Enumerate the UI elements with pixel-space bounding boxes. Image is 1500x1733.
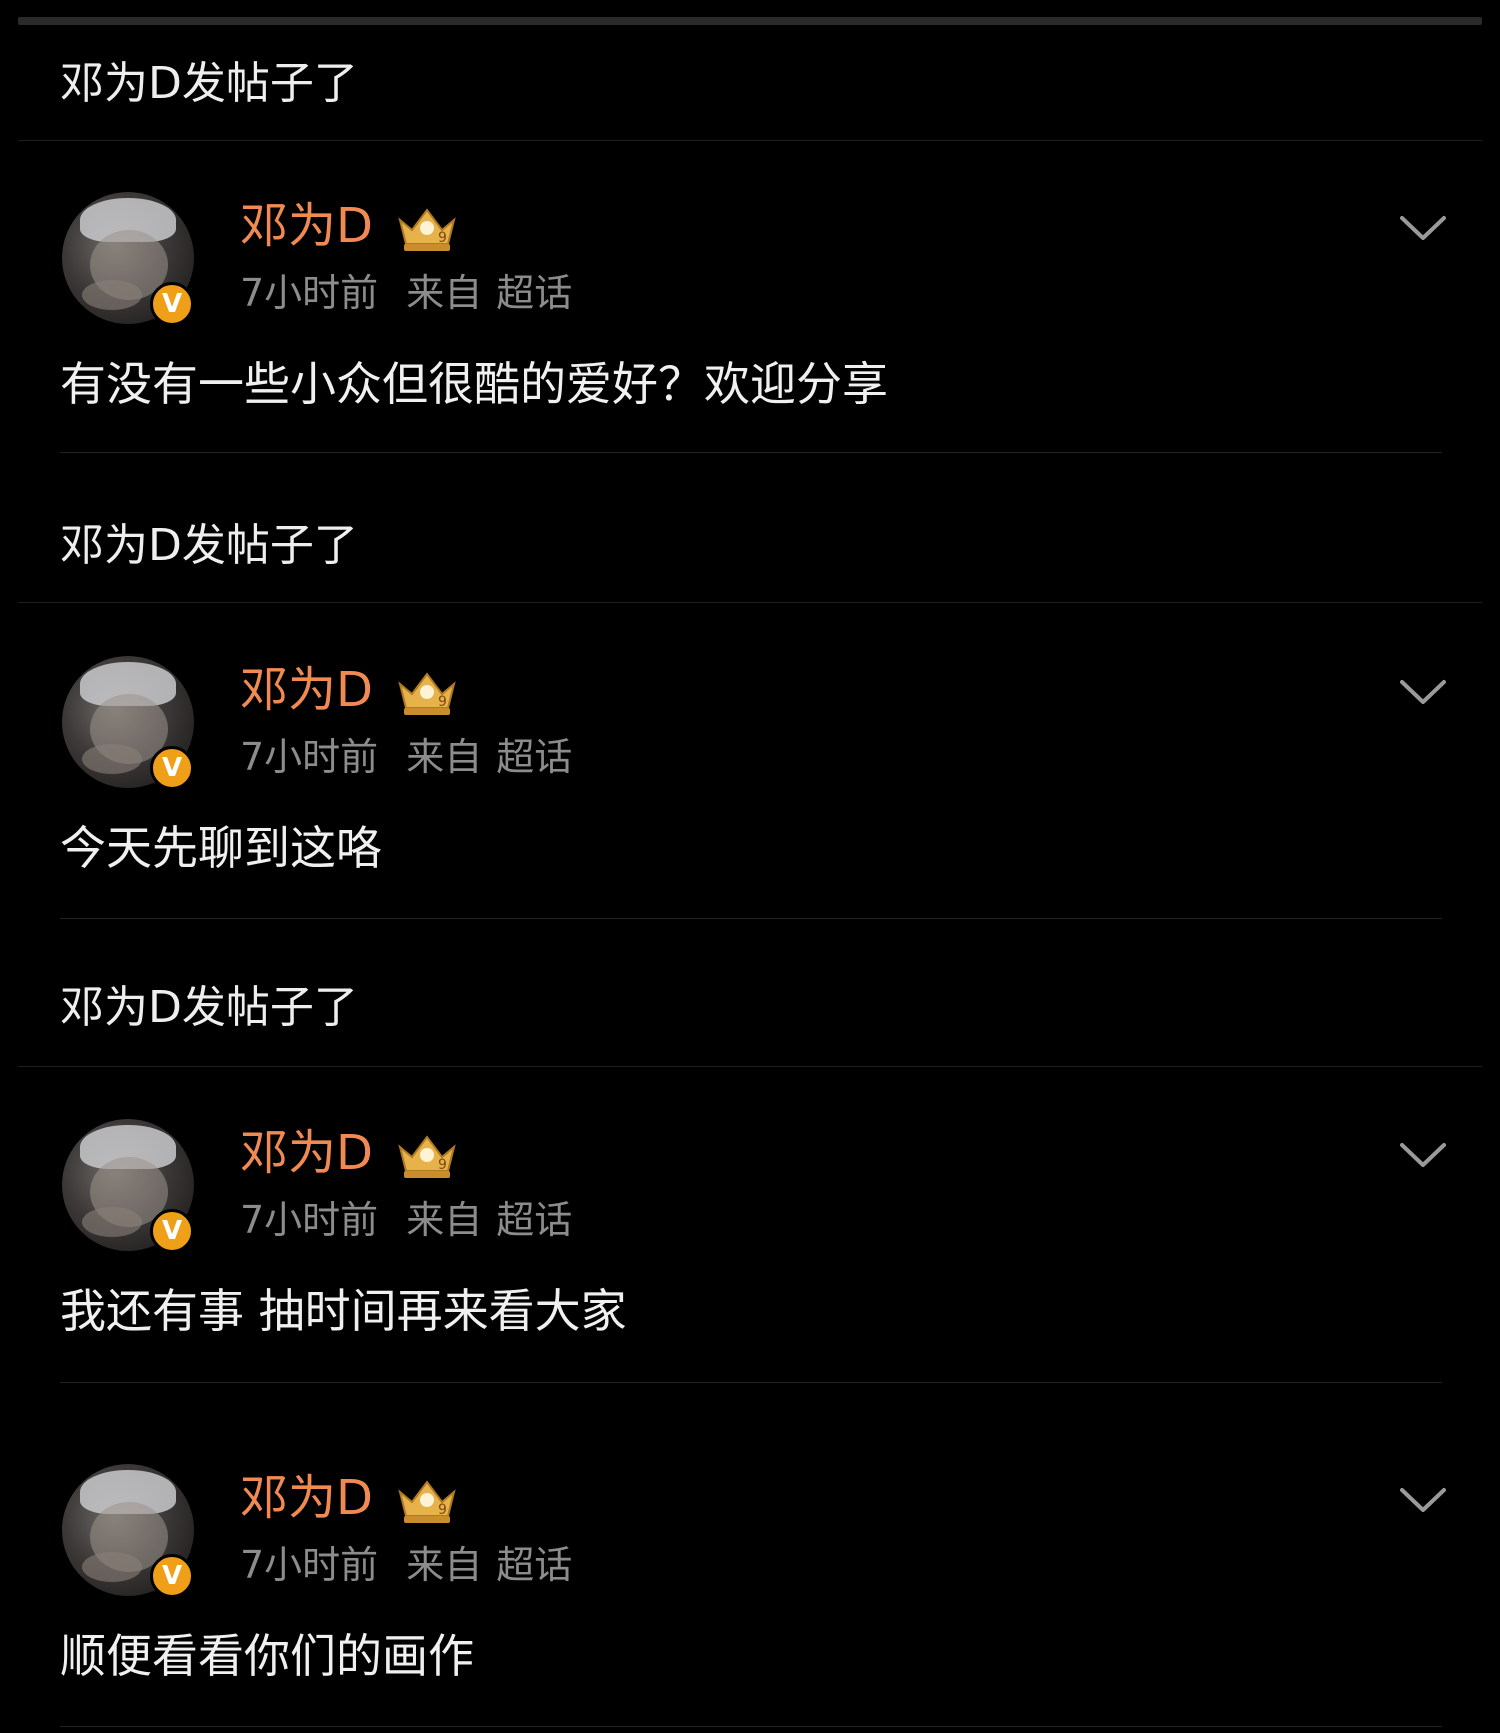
- divider: [18, 1066, 1482, 1067]
- post-source[interactable]: 超话: [496, 271, 572, 315]
- username[interactable]: 邓为D: [240, 1123, 373, 1183]
- source-prefix: 来自: [406, 735, 483, 779]
- crown-icon: 9: [398, 208, 456, 251]
- source-prefix: 来自: [406, 271, 483, 315]
- post-time: 7小时前: [240, 1198, 379, 1242]
- post-card[interactable]: V 邓为D 9 7小时前 来自 超话 今天先聊到这咯: [0, 656, 1500, 956]
- chevron-down-icon[interactable]: [1398, 676, 1448, 706]
- post-source[interactable]: 超话: [496, 735, 572, 779]
- divider: [60, 452, 1442, 453]
- post-time: 7小时前: [240, 1543, 379, 1587]
- avatar-hand: [82, 1552, 142, 1582]
- source-prefix: 来自: [406, 1198, 483, 1242]
- crown-level: 9: [438, 694, 447, 710]
- post-text: 有没有一些小众但很酷的爱好？欢迎分享: [60, 357, 888, 411]
- post-source[interactable]: 超话: [496, 1543, 572, 1587]
- verified-badge-icon: V: [150, 282, 194, 326]
- post-meta: 7小时前 来自 超话: [240, 268, 572, 318]
- post-notice: 邓为D发帖子了: [60, 520, 358, 571]
- post-notice: 邓为D发帖子了: [60, 58, 358, 109]
- post-meta: 7小时前 来自 超话: [240, 732, 572, 782]
- crown-level: 9: [438, 1502, 447, 1518]
- crown-level: 9: [438, 1157, 447, 1173]
- verified-badge-icon: V: [150, 1554, 194, 1598]
- avatar-hand: [82, 280, 142, 310]
- divider: [18, 602, 1482, 603]
- post-card[interactable]: V 邓为D 9 7小时前 来自 超话 顺便看看你们的画作: [0, 1464, 1500, 1733]
- post-text: 我还有事 抽时间再来看大家: [60, 1284, 627, 1338]
- avatar-hand: [82, 1207, 142, 1237]
- username[interactable]: 邓为D: [240, 660, 373, 720]
- source-prefix: 来自: [406, 1543, 483, 1587]
- divider: [18, 140, 1482, 141]
- username[interactable]: 邓为D: [240, 1468, 373, 1528]
- post-time: 7小时前: [240, 735, 379, 779]
- post-text: 今天先聊到这咯: [60, 821, 382, 875]
- username[interactable]: 邓为D: [240, 196, 373, 256]
- divider: [60, 1382, 1442, 1383]
- post-card[interactable]: V 邓为D 9 7小时前 来自 超话 有没有一些小众但很酷的爱好？欢迎分享: [0, 192, 1500, 492]
- crown-icon: 9: [398, 672, 456, 715]
- post-notice: 邓为D发帖子了: [60, 982, 358, 1033]
- post-feed: 邓为D发帖子了 V 邓为D 9 7小时前 来自 超话 有没有一些小众但很酷的爱好？欢…: [0, 0, 1500, 1733]
- crown-icon: 9: [398, 1480, 456, 1523]
- crown-icon: 9: [398, 1135, 456, 1178]
- divider: [60, 1726, 1442, 1727]
- verified-badge-icon: V: [150, 746, 194, 790]
- post-text: 顺便看看你们的画作: [60, 1629, 474, 1683]
- post-meta: 7小时前 来自 超话: [240, 1540, 572, 1590]
- chevron-down-icon[interactable]: [1398, 212, 1448, 242]
- verified-badge-icon: V: [150, 1209, 194, 1253]
- post-card[interactable]: V 邓为D 9 7小时前 来自 超话 我还有事 抽时间再来看大家: [0, 1119, 1500, 1419]
- divider: [60, 918, 1442, 919]
- post-meta: 7小时前 来自 超话: [240, 1195, 572, 1245]
- post-time: 7小时前: [240, 271, 379, 315]
- chevron-down-icon[interactable]: [1398, 1139, 1448, 1169]
- post-source[interactable]: 超话: [496, 1198, 572, 1242]
- crown-level: 9: [438, 230, 447, 246]
- avatar-hand: [82, 744, 142, 774]
- chevron-down-icon[interactable]: [1398, 1484, 1448, 1514]
